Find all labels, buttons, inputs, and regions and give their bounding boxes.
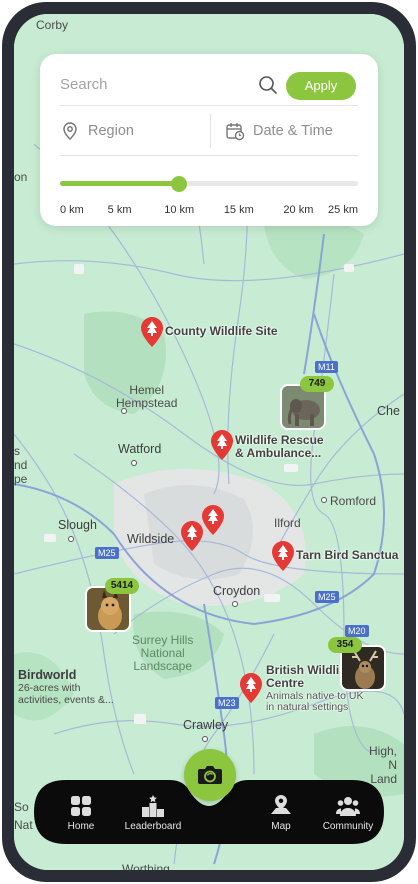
apply-button[interactable]: Apply — [286, 72, 356, 100]
search-icon[interactable] — [258, 75, 278, 95]
town-dot — [131, 460, 137, 466]
nav-label: Leaderboard — [124, 821, 182, 832]
calendar-clock-icon — [226, 123, 245, 141]
slider-tick-labels: 0 km 5 km 10 km 15 km 20 km 25 km — [60, 204, 358, 220]
town-dot — [321, 497, 327, 503]
nav-label: Community — [322, 821, 374, 832]
search-filter-card: Apply Region Date & Time 0 km 5 km 10 km 15… — [40, 54, 378, 226]
place-label-birdworld: Birdworld — [18, 668, 77, 682]
tree-pin-icon — [211, 430, 233, 460]
filter-divider — [210, 114, 211, 148]
location-pin-icon — [63, 122, 77, 141]
search-input[interactable] — [60, 70, 250, 98]
slider-tick-label: 15 km — [223, 204, 254, 216]
place-label-romford: Romford — [330, 494, 377, 508]
nav-item-map[interactable]: Map — [246, 794, 316, 840]
people-icon — [336, 797, 360, 816]
poi-desc: Animals native to UK in natural settings — [266, 690, 364, 713]
datetime-filter[interactable]: Date & Time — [225, 106, 358, 156]
town-dot — [202, 736, 208, 742]
slider-tick-label: 20 km — [283, 204, 314, 216]
place-label-edge-so: So — [14, 800, 29, 814]
tree-pin-icon — [202, 505, 224, 535]
tree-pin-icon — [181, 521, 203, 551]
town-dot — [232, 601, 238, 607]
slider-tick-label: 10 km — [164, 204, 195, 216]
cluster-count-badge: 5414 — [105, 578, 139, 594]
place-label-birdworld-desc: 26-acres with activities, events &... — [18, 682, 114, 706]
place-label-corby: Corby — [36, 18, 69, 32]
poi-label: County Wildlife Site — [165, 324, 278, 338]
camera-icon — [198, 766, 222, 784]
slider-fill — [60, 181, 180, 186]
road-badge-m11: M11 — [315, 361, 338, 373]
datetime-filter-label: Date & Time — [253, 123, 333, 139]
region-filter[interactable]: Region — [60, 106, 210, 156]
road-badge-m25-east: M25 — [315, 591, 339, 603]
device-frame: Corby on Hemel Hempstead Watford Slough … — [2, 2, 416, 882]
nav-label: Map — [271, 821, 291, 832]
place-label-edge-nat: Nat — [14, 818, 33, 832]
place-label-crawley: Crawley — [183, 718, 229, 732]
slider-tick-label: 25 km — [328, 204, 358, 216]
place-label-edge-on: on — [14, 170, 28, 184]
place-label-edge-nd: nd — [14, 458, 28, 472]
nav-item-community[interactable]: Community — [313, 794, 383, 840]
place-label-ilford: Ilford — [274, 516, 301, 530]
place-label-croydon: Croydon — [213, 584, 261, 598]
nav-item-leaderboard[interactable]: Leaderboard — [118, 794, 188, 840]
cluster-count-badge: 749 — [300, 376, 334, 392]
cluster-count-badge: 354 — [328, 637, 362, 653]
sighting-cluster-elephant[interactable]: 749 — [280, 376, 334, 430]
place-label-hemel-hempstead: Hemel Hempstead — [116, 383, 178, 410]
map-pin-icon — [271, 795, 291, 814]
road-badge-m25-west: M25 — [95, 547, 119, 559]
place-label-wildside: Wildside — [127, 532, 175, 546]
slider-tick-label: 5 km — [107, 204, 132, 216]
poi-label: Wildlife Rescue & Ambulance... — [235, 433, 324, 460]
sighting-cluster-lynx[interactable]: 5414 — [85, 578, 139, 632]
place-label-worthing: Worthing — [122, 862, 170, 870]
tree-pin-icon — [240, 673, 262, 703]
place-label-che: Che — [377, 404, 400, 418]
sighting-cluster-deer[interactable]: 354 — [328, 637, 386, 691]
poi-label: British Wildli Centre — [266, 663, 340, 690]
place-label-watford: Watford — [118, 442, 162, 456]
place-label-edge-s: s — [14, 444, 20, 458]
search-row: Apply — [60, 64, 358, 106]
slider-tick-label: 0 km — [60, 204, 84, 216]
place-label-surrey-hills: Surrey Hills National Landscape — [132, 633, 194, 673]
road-badge-m20: M20 — [345, 625, 369, 637]
slider-thumb[interactable] — [171, 176, 188, 192]
app-screen: Corby on Hemel Hempstead Watford Slough … — [14, 14, 404, 870]
nav-label: Home — [67, 821, 95, 832]
distance-slider[interactable] — [60, 176, 358, 192]
podium-icon — [142, 795, 164, 817]
town-dot — [68, 536, 74, 542]
place-label-edge-pe: pe — [14, 472, 28, 486]
poi-label: Tarn Bird Sanctua — [296, 548, 399, 562]
camera-button[interactable] — [184, 749, 236, 801]
home-grid-icon — [71, 796, 91, 816]
road-badge-m23: M23 — [215, 697, 239, 709]
tree-pin-icon — [141, 317, 163, 347]
tree-pin-icon — [272, 541, 294, 571]
region-filter-label: Region — [88, 123, 134, 139]
filter-row: Region Date & Time — [60, 106, 358, 156]
nav-item-home[interactable]: Home — [46, 794, 116, 840]
town-dot — [121, 408, 127, 414]
place-label-slough: Slough — [58, 518, 97, 532]
